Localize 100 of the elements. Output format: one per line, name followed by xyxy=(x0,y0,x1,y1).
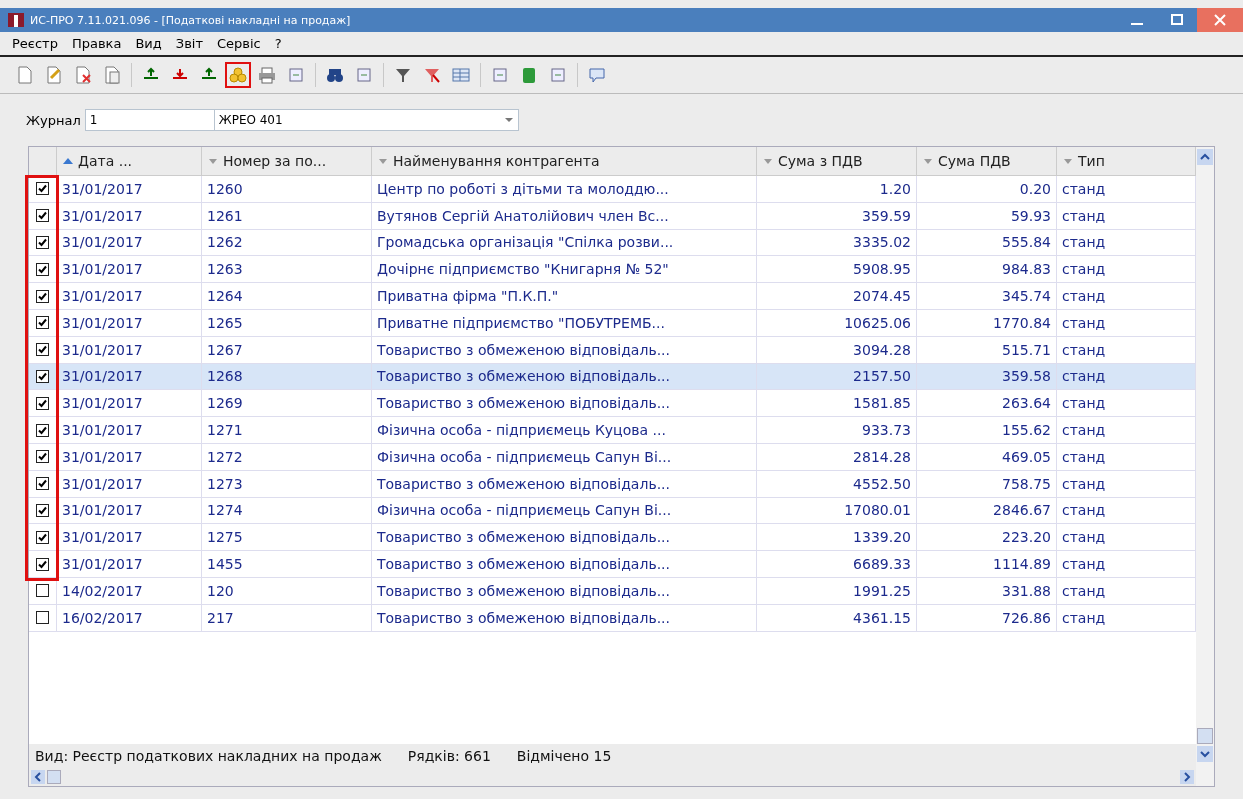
checkbox[interactable] xyxy=(36,423,49,437)
checkbox[interactable] xyxy=(36,450,49,464)
checkbox[interactable] xyxy=(36,182,49,196)
checkbox[interactable] xyxy=(36,611,49,625)
checkbox[interactable] xyxy=(36,557,49,571)
table-cell: 17080.01 xyxy=(757,497,917,524)
menu-item[interactable]: Правка xyxy=(71,36,122,51)
checkbox[interactable] xyxy=(36,343,49,357)
table-row[interactable]: 31/01/2017 1260 Центр по роботі з дітьми та молоддю... 1.20 0.20 станд xyxy=(29,176,1196,203)
table-cell: 726.86 xyxy=(917,604,1057,631)
checkbox[interactable] xyxy=(36,236,49,249)
scroll-thumb[interactable] xyxy=(1197,728,1213,744)
table-cell: 5908.95 xyxy=(757,256,917,283)
table-cell: 4552.50 xyxy=(757,470,917,497)
table-cell: 359.59 xyxy=(757,202,917,229)
column-header[interactable]: Дата ... xyxy=(57,147,202,175)
status-view: Вид: Реєстр податкових накладних на продаж xyxy=(35,748,382,764)
table-cell: 933.73 xyxy=(757,417,917,443)
table-cell: 758.75 xyxy=(917,470,1057,497)
table-cell: 31/01/2017 xyxy=(57,551,202,577)
horizontal-scrollbar[interactable] xyxy=(29,768,1196,786)
table-cell: 1267 xyxy=(202,336,372,363)
checkbox[interactable] xyxy=(36,584,49,598)
scroll-up-icon[interactable] xyxy=(1197,149,1213,165)
new-document-icon xyxy=(16,66,34,84)
table-cell: 1275 xyxy=(202,524,372,551)
menu-item[interactable]: Вид xyxy=(135,36,162,51)
table-cell: 1455 xyxy=(202,551,372,577)
table-row[interactable]: 31/01/2017 1268 Товариство з обмеженою відповідаль... 2157.50 359.58 станд xyxy=(29,363,1196,391)
table-cell: 31/01/2017 xyxy=(57,336,202,363)
checkbox[interactable] xyxy=(36,530,49,544)
journal-number-field[interactable]: 1 xyxy=(84,109,215,131)
table-cell: 1264 xyxy=(202,283,372,309)
checkbox[interactable] xyxy=(36,262,49,276)
table-cell: Товариство з обмеженою відповідаль... xyxy=(372,604,757,631)
table-row[interactable]: 31/01/2017 1272 Фізична особа - підприємець Сапун Ві... 2814.28 469.05 станд xyxy=(29,443,1196,471)
table-row[interactable]: 31/01/2017 1455 Товариство з обмеженою відповідаль... 6689.33 1114.89 станд xyxy=(29,551,1196,578)
menu-item[interactable]: Звіт xyxy=(175,36,203,51)
column-header[interactable]: Сума ПДВ xyxy=(917,147,1057,175)
table-cell: Товариство з обмеженою відповідаль... xyxy=(372,336,757,363)
filter-icon xyxy=(394,66,412,84)
table-row[interactable]: 31/01/2017 1263 Дочірнє підприємство "Книгарня № 52" 5908.95 984.83 станд xyxy=(29,256,1196,284)
table-cell: 31/01/2017 xyxy=(57,202,202,229)
table-row[interactable]: 31/01/2017 1274 Фізична особа - підприємець Сапун Ві... 17080.01 2846.67 станд xyxy=(29,497,1196,525)
table-cell: 1268 xyxy=(202,363,372,390)
column-header[interactable]: Номер за по... xyxy=(202,147,372,175)
speech-bubble-icon xyxy=(588,66,606,84)
close-button[interactable] xyxy=(1197,8,1243,32)
app-icon xyxy=(8,13,24,27)
table-cell: 223.20 xyxy=(917,524,1057,551)
scroll-down-icon[interactable] xyxy=(1197,746,1213,762)
menu-item[interactable]: Реєстр xyxy=(12,36,58,51)
journal-dropdown[interactable]: ЖРЕО 401 xyxy=(213,109,519,131)
vertical-scrollbar[interactable] xyxy=(1196,147,1214,786)
table-cell: Приватна фірма "П.К.П." xyxy=(372,283,757,309)
scroll-thumb[interactable] xyxy=(47,770,61,784)
table-cell: Товариство з обмеженою відповідаль... xyxy=(372,551,757,577)
table-row[interactable]: 31/01/2017 1275 Товариство з обмеженою відповідаль... 1339.20 223.20 станд xyxy=(29,524,1196,552)
maximize-icon xyxy=(1170,14,1184,26)
highlighted-circles-button[interactable] xyxy=(225,62,251,88)
column-header[interactable]: Сума з ПДВ xyxy=(757,147,917,175)
table-cell: 2074.45 xyxy=(757,283,917,309)
checkbox[interactable] xyxy=(36,369,49,383)
checkbox[interactable] xyxy=(36,209,49,223)
checkbox[interactable] xyxy=(36,289,49,303)
scroll-left-icon[interactable] xyxy=(31,770,45,784)
table-cell: 3094.28 xyxy=(757,336,917,363)
table-cell: Товариство з обмеженою відповідаль... xyxy=(372,577,757,604)
menu-item[interactable]: ? xyxy=(274,36,282,51)
checkbox[interactable] xyxy=(36,477,49,491)
table-row[interactable]: 31/01/2017 1271 Фізична особа - підприємець Куцова ... 933.73 155.62 станд xyxy=(29,417,1196,444)
scroll-right-icon[interactable] xyxy=(1180,770,1194,784)
table-cell: 1114.89 xyxy=(917,551,1057,577)
table-row[interactable]: 31/01/2017 1273 Товариство з обмеженою відповідаль... 4552.50 758.75 станд xyxy=(29,470,1196,498)
table-row[interactable]: 14/02/2017 120 Товариство з обмеженою відповідаль... 1991.25 331.88 станд xyxy=(29,577,1196,605)
menu-item[interactable]: Сервіс xyxy=(217,36,261,51)
table-cell: 31/01/2017 xyxy=(57,229,202,256)
table-row[interactable]: 31/01/2017 1267 Товариство з обмеженою відповідаль... 3094.28 515.71 станд xyxy=(29,336,1196,364)
table-row[interactable]: 31/01/2017 1261 Вутянов Сергій Анатолійович член Вс... 359.59 59.93 станд xyxy=(29,202,1196,230)
table-row[interactable]: 31/01/2017 1269 Товариство з обмеженою відповідаль... 1581.85 263.64 станд xyxy=(29,390,1196,418)
printer-icon xyxy=(258,66,276,84)
table-cell: 31/01/2017 xyxy=(57,390,202,417)
close-icon xyxy=(1213,14,1227,26)
table-cell: 1262 xyxy=(202,229,372,256)
table-cell: Товариство з обмеженою відповідаль... xyxy=(372,524,757,551)
checkbox[interactable] xyxy=(36,316,49,330)
table-row[interactable]: 31/01/2017 1264 Приватна фірма "П.К.П." 2074.45 345.74 станд xyxy=(29,283,1196,310)
table-row[interactable]: 16/02/2017 217 Товариство з обмеженою відповідаль... 4361.15 726.86 станд xyxy=(29,604,1196,632)
table-row[interactable]: 31/01/2017 1265 Приватне підприємство "ПОБУТРЕМБ... 10625.06 1770.84 станд xyxy=(29,310,1196,337)
table-cell: 16/02/2017 xyxy=(57,604,202,631)
table-row[interactable]: 31/01/2017 1262 Громадська організація "Спілка розви... 3335.02 555.84 станд xyxy=(29,229,1196,257)
table-cell: 515.71 xyxy=(917,336,1057,363)
minimize-icon xyxy=(1131,23,1143,25)
table-cell: 1273 xyxy=(202,470,372,497)
table-cell: Товариство з обмеженою відповідаль... xyxy=(372,363,757,390)
column-header[interactable]: Найменування контрагента xyxy=(372,147,757,175)
table-cell: 1260 xyxy=(202,176,372,202)
table-cell: 31/01/2017 xyxy=(57,256,202,283)
checkbox[interactable] xyxy=(36,396,49,410)
checkbox[interactable] xyxy=(36,503,49,517)
